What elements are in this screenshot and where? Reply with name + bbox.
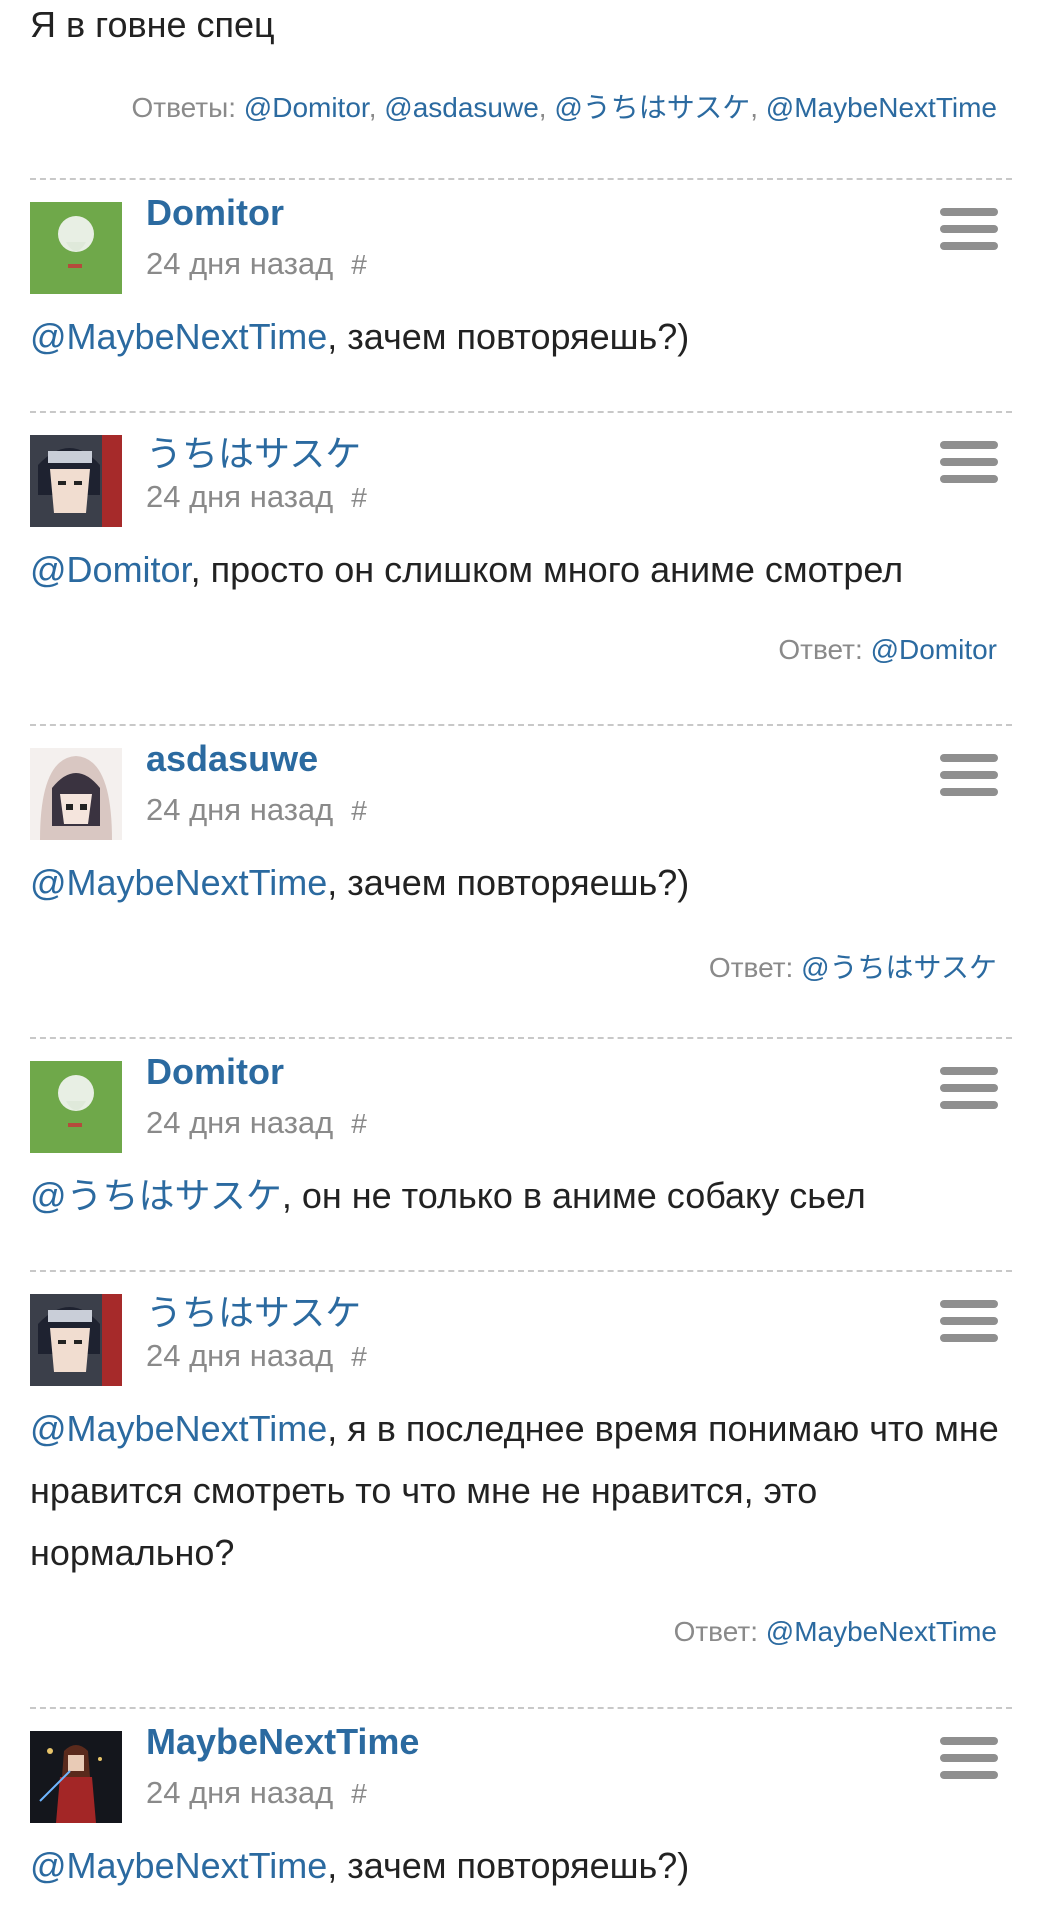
reply-label: Ответ: xyxy=(673,1616,758,1647)
menu-icon[interactable] xyxy=(940,754,998,802)
avatar[interactable] xyxy=(30,435,122,527)
reply-label: Ответ: xyxy=(708,952,794,983)
dashed-divider xyxy=(30,724,1012,726)
author-name[interactable]: Domitor xyxy=(146,1051,284,1093)
replies-line: Ответ: @MaybeNextTime xyxy=(674,1616,997,1648)
replies-line: Ответ: @Domitor xyxy=(778,634,997,666)
replies-line: Ответ: @うちはサスケ xyxy=(709,946,997,986)
time-text: 24 дня назад xyxy=(146,1775,334,1810)
permalink-hash[interactable]: # xyxy=(351,795,367,826)
time-text: 24 дня назад xyxy=(146,792,334,827)
replies-line: Ответы: @Domitor, @asdasuwe, @うちはサスケ, @M… xyxy=(131,86,997,126)
permalink-hash[interactable]: # xyxy=(351,482,367,513)
avatar[interactable] xyxy=(30,1731,122,1823)
comment-time: 24 дня назад # xyxy=(146,792,367,828)
author-name[interactable]: うちはサスケ xyxy=(146,425,361,477)
dashed-divider xyxy=(30,178,1012,180)
comment-body: @MaybeNextTime, зачем повторяешь?) xyxy=(30,1835,1012,1897)
reply-separator: , xyxy=(368,92,385,123)
time-text: 24 дня назад xyxy=(146,1105,334,1140)
mention-link[interactable]: @MaybeNextTime xyxy=(30,1845,327,1886)
comment-time: 24 дня назад # xyxy=(146,1775,367,1811)
author-name[interactable]: うちはサスケ xyxy=(146,1284,361,1336)
mention-link[interactable]: @うちはサスケ xyxy=(30,1175,282,1216)
menu-icon[interactable] xyxy=(940,441,998,489)
dashed-divider xyxy=(30,1037,1012,1039)
avatar[interactable] xyxy=(30,202,122,294)
reply-separator: , xyxy=(538,92,555,123)
reply-link-domitor[interactable]: @Domitor xyxy=(244,92,369,123)
comment-body: @MaybeNextTime, зачем повторяешь?) xyxy=(30,852,1012,914)
comment-body: @MaybeNextTime, я в последнее время пони… xyxy=(30,1398,1012,1584)
comment-text: , просто он слишком много аниме смотрел xyxy=(190,549,904,590)
avatar[interactable] xyxy=(30,1294,122,1386)
mention-link[interactable]: @MaybeNextTime xyxy=(30,862,327,903)
reply-link-uchiha[interactable]: @うちはサスケ xyxy=(554,92,750,123)
comment-text: Я в говне спец xyxy=(30,4,275,45)
comment-body: @MaybeNextTime, зачем повторяешь?) xyxy=(30,306,1012,368)
comment-time: 24 дня назад # xyxy=(146,479,367,515)
dashed-divider xyxy=(30,1270,1012,1272)
dashed-divider xyxy=(30,1707,1012,1709)
permalink-hash[interactable]: # xyxy=(351,1341,367,1372)
avatar[interactable] xyxy=(30,1061,122,1153)
replies-label: Ответы: xyxy=(131,92,237,123)
reply-link-maybenexttime[interactable]: @MaybeNextTime xyxy=(766,92,997,123)
comment-text: , зачем повторяешь?) xyxy=(327,862,690,903)
menu-icon[interactable] xyxy=(940,1300,998,1348)
dashed-divider xyxy=(30,411,1012,413)
time-text: 24 дня назад xyxy=(146,479,334,514)
comment-body: @Domitor, просто он слишком много аниме … xyxy=(30,539,1012,601)
comments-page: Я в говне спец Ответы: @Domitor, @asdasu… xyxy=(0,0,1039,1920)
reply-link[interactable]: @Domitor xyxy=(871,634,997,665)
comment-text: , он не только в аниме собаку сьел xyxy=(281,1175,866,1216)
author-name[interactable]: asdasuwe xyxy=(146,738,318,780)
mention-link[interactable]: @Domitor xyxy=(30,549,191,590)
permalink-hash[interactable]: # xyxy=(351,1108,367,1139)
reply-separator: , xyxy=(750,92,766,123)
author-name[interactable]: Domitor xyxy=(146,192,284,234)
comment-body: @うちはサスケ, он не только в аниме собаку сье… xyxy=(30,1165,1012,1227)
permalink-hash[interactable]: # xyxy=(351,249,367,280)
comment-text: , зачем повторяешь?) xyxy=(327,316,690,357)
reply-link-asdasuwe[interactable]: @asdasuwe xyxy=(384,92,539,123)
reply-link[interactable]: @うちはサスケ xyxy=(801,952,997,983)
permalink-hash[interactable]: # xyxy=(351,1778,367,1809)
menu-icon[interactable] xyxy=(940,1067,998,1115)
time-text: 24 дня назад xyxy=(146,246,334,281)
mention-link[interactable]: @MaybeNextTime xyxy=(30,316,327,357)
menu-icon[interactable] xyxy=(940,1737,998,1785)
time-text: 24 дня назад xyxy=(146,1338,334,1373)
reply-label: Ответ: xyxy=(778,634,863,665)
avatar[interactable] xyxy=(30,748,122,840)
author-name[interactable]: MaybeNextTime xyxy=(146,1721,419,1763)
mention-link[interactable]: @MaybeNextTime xyxy=(30,1408,327,1449)
menu-icon[interactable] xyxy=(940,208,998,256)
reply-link[interactable]: @MaybeNextTime xyxy=(766,1616,997,1647)
comment-time: 24 дня назад # xyxy=(146,246,367,282)
comment-text: , зачем повторяешь?) xyxy=(327,1845,690,1886)
comment-time: 24 дня назад # xyxy=(146,1105,367,1141)
comment-time: 24 дня назад # xyxy=(146,1338,367,1374)
